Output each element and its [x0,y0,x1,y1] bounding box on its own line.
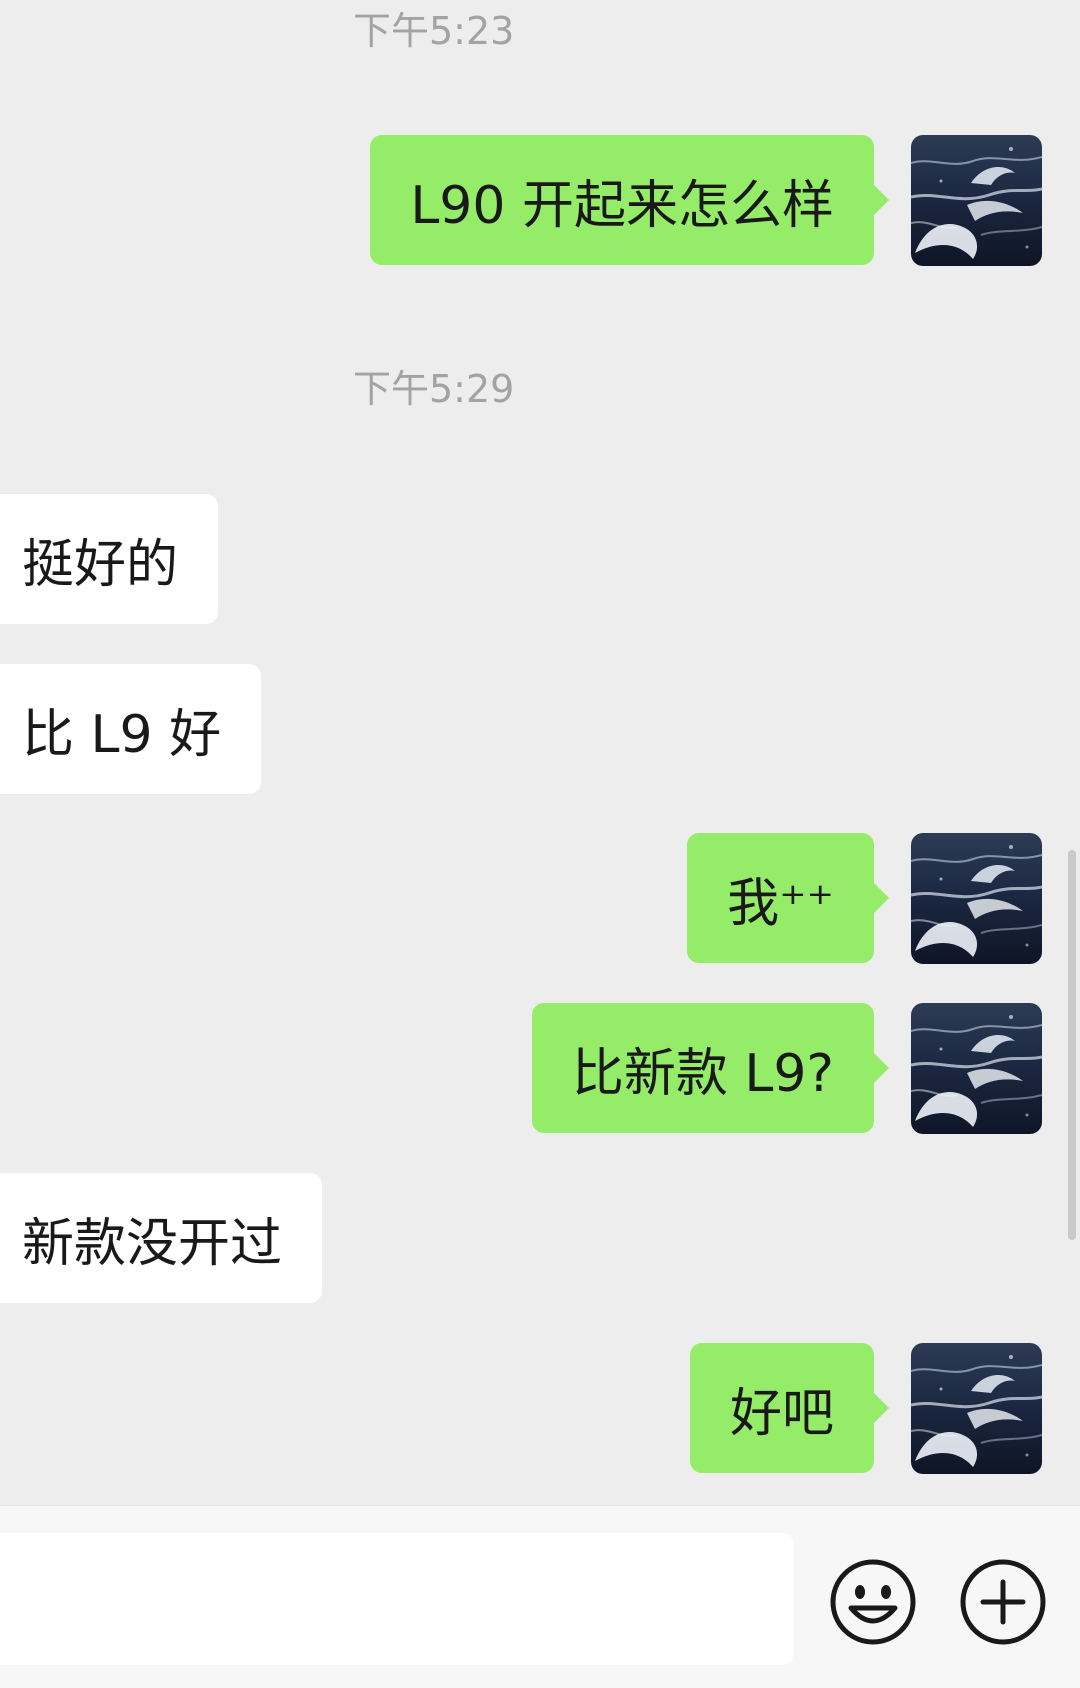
avatar-image [911,1343,1042,1474]
message-text: 比 L9 好 [22,704,222,765]
message-bubble-incoming[interactable]: 比 L9 好 [0,664,262,794]
message-bubble-outgoing[interactable]: L90 开起来怎么样 [370,135,889,265]
avatar[interactable] [911,1003,1042,1134]
smile-icon [830,1559,916,1645]
avatar-image [911,135,1042,266]
message-bubble-outgoing[interactable]: 我⁺⁺ [687,833,889,963]
avatar[interactable] [911,1343,1042,1474]
timestamp: 下午5:29 [353,367,515,411]
avatar[interactable] [911,833,1042,964]
message-bubble-incoming[interactable]: 新款没开过 [0,1173,323,1303]
message-bubble-outgoing[interactable]: 比新款 L9? [531,1003,890,1133]
timestamp: 下午5:23 [353,9,515,53]
more-button[interactable] [959,1558,1047,1646]
chat-area[interactable]: 下午5:23 L90 开起来怎么样 下午5:29 挺好的 比 L9 好 我⁺⁺ … [0,0,1080,1505]
plus-circle-icon [960,1559,1046,1645]
avatar-image [911,833,1042,964]
message-composer [0,1505,1080,1688]
scrollbar[interactable] [1068,850,1076,1240]
avatar[interactable] [911,135,1042,266]
message-input[interactable] [0,1533,794,1665]
message-text: 我⁺⁺ [727,873,834,934]
message-text: 好吧 [729,1383,834,1444]
message-text: 新款没开过 [22,1213,283,1274]
message-text: 比新款 L9? [571,1043,834,1104]
avatar-image [911,1003,1042,1134]
message-text: 挺好的 [22,534,179,595]
message-text: L90 开起来怎么样 [410,175,834,236]
message-bubble-incoming[interactable]: 挺好的 [0,494,219,624]
message-bubble-outgoing[interactable]: 好吧 [689,1343,890,1473]
emoji-button[interactable] [829,1558,917,1646]
